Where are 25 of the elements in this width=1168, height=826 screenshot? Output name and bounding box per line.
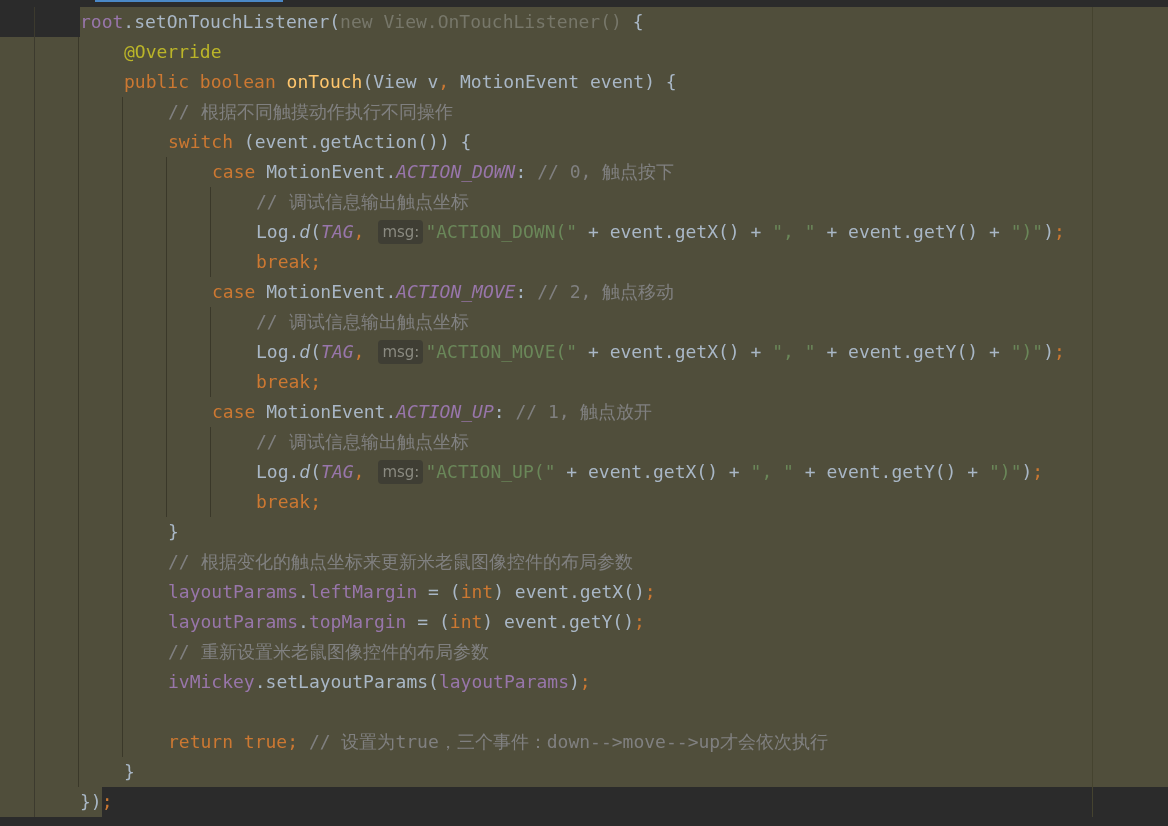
code-line: // 根据不同触摸动作执行不同操作 bbox=[168, 100, 453, 124]
code-line: Log.d(TAG, msg: "ACTION_DOWN(" + event.getX() + ", " + event.getY() + ")"); bbox=[256, 219, 1065, 246]
code-line: break; bbox=[256, 490, 322, 514]
code-line: switch (event.getAction()) { bbox=[168, 130, 472, 154]
code-line: } bbox=[168, 520, 179, 544]
code-line: case MotionEvent.ACTION_UP: // 1, 触点放开 bbox=[212, 400, 653, 424]
code-line: // 根据变化的触点坐标来更新米老鼠图像控件的布局参数 bbox=[168, 550, 633, 574]
code-line: public boolean onTouch(View v, MotionEvent event) { bbox=[124, 70, 677, 94]
code-line: } bbox=[124, 760, 135, 784]
code-line: // 调试信息输出触点坐标 bbox=[256, 310, 469, 334]
code-line: case MotionEvent.ACTION_MOVE: // 2, 触点移动 bbox=[212, 280, 675, 304]
code-line: return true; // 设置为true，三个事件：down-->move-->up才会依次执行 bbox=[168, 730, 829, 754]
code-line: @Override bbox=[124, 40, 222, 64]
code-line: layoutParams.leftMargin = (int) event.getX(); bbox=[168, 580, 656, 604]
code-line: Log.d(TAG, msg: "ACTION_UP(" + event.getX() + ", " + event.getY() + ")"); bbox=[256, 459, 1044, 486]
code-line: }); bbox=[80, 790, 113, 814]
code-line: break; bbox=[256, 250, 322, 274]
code-line: break; bbox=[256, 370, 322, 394]
code-line: // 重新设置米老鼠图像控件的布局参数 bbox=[168, 640, 489, 664]
code-line: Log.d(TAG, msg: "ACTION_MOVE(" + event.getX() + ", " + event.getY() + ")"); bbox=[256, 339, 1065, 366]
code-line: // 调试信息输出触点坐标 bbox=[256, 190, 469, 214]
code-line: // 调试信息输出触点坐标 bbox=[256, 430, 469, 454]
code-line: case MotionEvent.ACTION_DOWN: // 0, 触点按下 bbox=[212, 160, 675, 184]
code-line: layoutParams.topMargin = (int) event.getY(); bbox=[168, 610, 645, 634]
code-line: ivMickey.setLayoutParams(layoutParams); bbox=[168, 670, 591, 694]
